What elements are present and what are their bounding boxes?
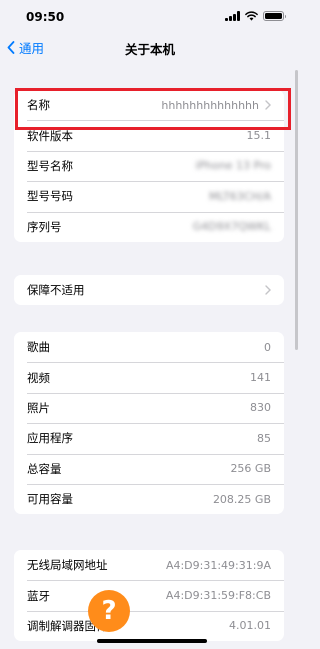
apps-label: 应用程序 (27, 431, 73, 446)
scroll-indicator (295, 70, 298, 350)
bluetooth-value: A4:D9:31:59:F8:CB (165, 589, 271, 603)
available-row: 可用容量 208.25 GB (14, 483, 284, 514)
page-title: 关于本机 (124, 42, 175, 57)
home-indicator[interactable] (97, 639, 207, 643)
wifi-icon (245, 11, 258, 21)
model-number-label: 型号号码 (27, 189, 73, 204)
software-version-value: 15.1 (246, 129, 272, 143)
warranty-row[interactable]: 保障不适用 (14, 275, 284, 305)
wifi-address-value: A4:D9:31:49:31:9A (165, 558, 271, 572)
songs-label: 歌曲 (27, 340, 50, 355)
capacity-value: 256 GB (230, 462, 271, 476)
model-number-row[interactable]: 型号号码 MLT63CH/A (14, 181, 284, 211)
media-storage-group: 歌曲 0 视频 141 照片 830 应用程序 85 总容量 256 GB 可用… (14, 332, 284, 515)
model-name-label: 型号名称 (27, 158, 73, 173)
status-time: 09:50 (26, 10, 65, 24)
status-bar: 09:50 (0, 0, 300, 34)
serial-number-value: G4D9X7QWKL (192, 220, 271, 234)
available-value: 208.25 GB (212, 492, 271, 506)
navigation-bar: 通用 关于本机 (0, 34, 300, 62)
model-number-value: MLT63CH/A (208, 189, 271, 203)
status-icons (225, 11, 286, 21)
wifi-address-row: 无线局域网地址 A4:D9:31:49:31:9A (14, 550, 284, 580)
network-group: 无线局域网地址 A4:D9:31:49:31:9A 蓝牙 A4:D9:31:59… (14, 550, 284, 642)
model-name-value: iPhone 13 Pro (195, 159, 271, 173)
battery-icon (263, 11, 286, 21)
capacity-row: 总容量 256 GB (14, 453, 284, 484)
chevron-right-icon (265, 285, 271, 295)
photos-row: 照片 830 (14, 392, 284, 423)
available-label: 可用容量 (27, 492, 73, 507)
videos-value: 141 (250, 371, 271, 385)
modem-firmware-value: 4.01.01 (229, 619, 271, 633)
bluetooth-row: 蓝牙 A4:D9:31:59:F8:CB (14, 580, 284, 610)
model-name-row: 型号名称 iPhone 13 Pro (14, 150, 284, 181)
songs-value: 0 (264, 340, 271, 354)
apps-value: 85 (257, 431, 271, 445)
videos-label: 视频 (27, 370, 50, 385)
question-mark-icon: ? (101, 596, 117, 626)
modem-firmware-row: 调制解调器固件 4.01.01 (14, 610, 284, 641)
highlight-box (15, 88, 291, 130)
serial-number-label: 序列号 (27, 219, 62, 234)
warranty-group: 保障不适用 (14, 275, 284, 306)
warranty-label: 保障不适用 (27, 283, 85, 298)
bluetooth-label: 蓝牙 (27, 588, 50, 603)
photos-value: 830 (250, 401, 271, 415)
songs-row: 歌曲 0 (14, 332, 284, 362)
videos-row: 视频 141 (14, 362, 284, 392)
serial-number-row: 序列号 G4D9X7QWKL (14, 211, 284, 242)
capacity-label: 总容量 (27, 461, 62, 476)
apps-row: 应用程序 85 (14, 423, 284, 453)
wifi-address-label: 无线局域网地址 (27, 558, 108, 573)
photos-label: 照片 (27, 400, 50, 415)
cellular-signal-icon (225, 11, 240, 21)
help-button[interactable]: ? (88, 590, 130, 632)
